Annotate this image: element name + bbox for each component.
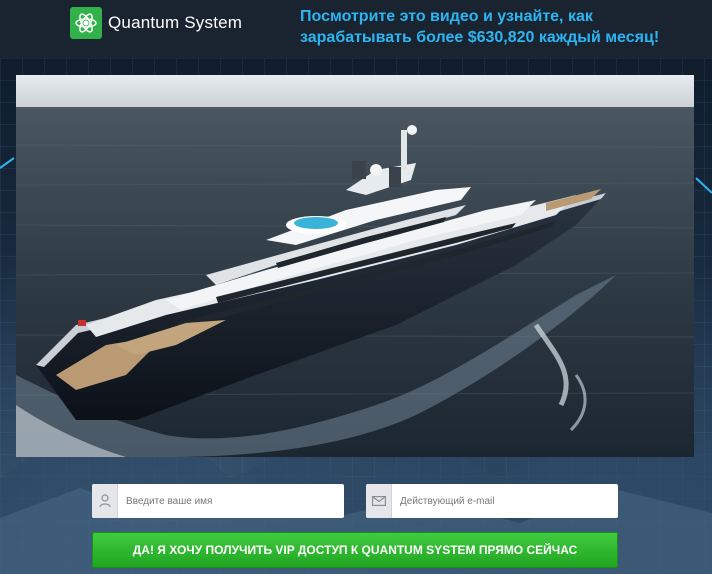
headline: Посмотрите это видео и узнайте, как зара… [300,8,660,46]
name-field[interactable] [92,484,344,518]
user-icon [92,484,118,518]
vip-access-button[interactable]: ДА! Я ХОЧУ ПОЛУЧИТЬ VIP ДОСТУП К QUANTUM… [92,532,618,568]
atom-icon [70,7,102,39]
brand-name: Quantum System [108,13,243,32]
video-preview[interactable] [16,75,694,457]
brand-logo[interactable]: Quantum System [70,7,242,39]
top-header: Quantum System Посмотрите это видео и уз… [0,0,712,58]
yacht-image [16,75,694,457]
email-input[interactable] [392,484,618,518]
envelope-icon [366,484,392,518]
name-input[interactable] [118,484,344,518]
email-field[interactable] [366,484,618,518]
